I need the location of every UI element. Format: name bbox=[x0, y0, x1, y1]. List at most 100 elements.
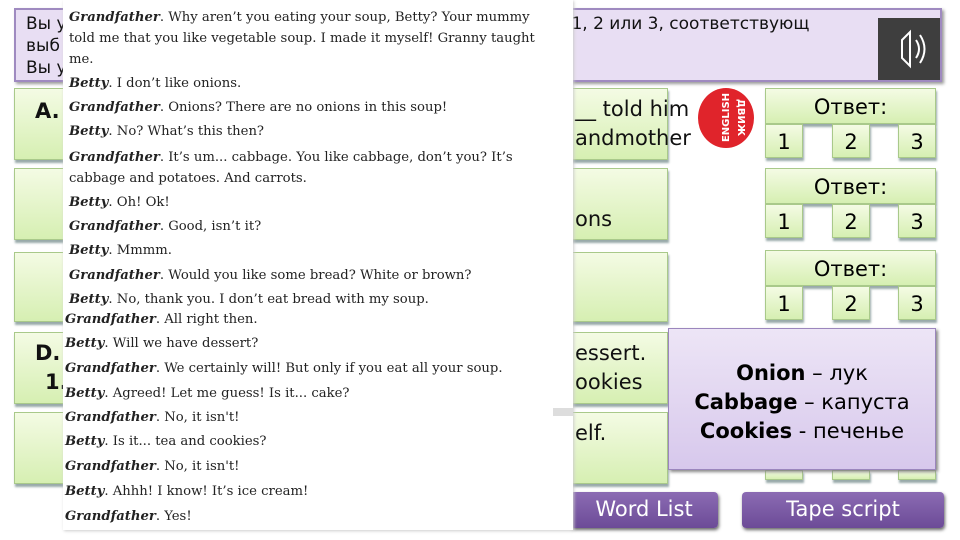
vocab-translation: печенье bbox=[813, 419, 905, 443]
question-label: A. bbox=[35, 99, 60, 123]
question-text: andmother bbox=[575, 126, 691, 150]
line-text: me. bbox=[69, 52, 94, 67]
line-text: cabbage and potatoes. And carrots. bbox=[69, 171, 307, 186]
vocab-item: Onion – лук bbox=[669, 359, 935, 388]
script-line: Grandfather. It’s um... cabbage. You lik… bbox=[69, 150, 513, 165]
vocab-sep: – bbox=[805, 361, 830, 385]
vocabulary-popup: Onion – лук Cabbage – капуста Cookies - пе… bbox=[668, 328, 936, 470]
answer-option-2[interactable]: 2 bbox=[832, 124, 870, 158]
script-line: Grandfather. Good, isn’t it? bbox=[69, 219, 261, 234]
english-logo: ENGLISH ДВИЖ bbox=[698, 88, 754, 148]
vocab-translation: лук bbox=[829, 361, 868, 385]
instruction-line-2: выб bbox=[26, 36, 60, 56]
vocab-sep: – bbox=[797, 390, 822, 414]
vocab-translation: капуста bbox=[821, 390, 910, 414]
script-line: Grandfather. We certainly will! But only… bbox=[65, 361, 503, 376]
line-text: told me that you like vegetable soup. I … bbox=[69, 31, 535, 46]
line-text: . Is it... tea and cookies? bbox=[104, 434, 267, 449]
script-line: Betty. Mmmm. bbox=[69, 243, 172, 258]
word-list-button[interactable]: Word List bbox=[570, 492, 718, 528]
answer-option-3[interactable]: 3 bbox=[898, 124, 936, 158]
instruction-line-3: Вы у bbox=[26, 58, 67, 78]
answer-header: Ответ: bbox=[765, 88, 936, 124]
speaker-name: Grandfather bbox=[65, 459, 156, 474]
script-line: told me that you like vegetable soup. I … bbox=[69, 31, 535, 46]
question-text: essert. bbox=[575, 341, 647, 365]
line-text: . Oh! Ok! bbox=[108, 195, 170, 210]
script-line: Grandfather. No, it isn't! bbox=[65, 410, 239, 425]
speaker-name: Betty bbox=[65, 386, 105, 401]
answer-remnant bbox=[898, 470, 936, 480]
speaker-name: Grandfather bbox=[65, 509, 156, 524]
line-text: . Will we have dessert? bbox=[104, 336, 259, 351]
line-text: . Yes! bbox=[155, 509, 192, 524]
script-line: Betty. No, thank you. I don’t eat bread … bbox=[69, 292, 429, 307]
line-text: . No, thank you. I don’t eat bread with … bbox=[108, 292, 429, 307]
speaker-name: Grandfather bbox=[69, 100, 160, 115]
speaker-name: Grandfather bbox=[69, 10, 160, 25]
script-line: Grandfather. All right then. bbox=[65, 312, 258, 327]
line-text: . Good, isn’t it? bbox=[159, 219, 262, 234]
script-line: Betty. Oh! Ok! bbox=[69, 195, 170, 210]
speaker-name: Betty bbox=[65, 484, 105, 499]
tape-script-panel: Grandfather. Why aren’t you eating your … bbox=[63, 0, 573, 530]
question-text: ons bbox=[575, 207, 613, 231]
speaker-name: Grandfather bbox=[65, 410, 156, 425]
script-line: Grandfather. No, it isn't! bbox=[65, 459, 239, 474]
script-line: Betty. Ahhh! I know! It’s ice cream! bbox=[65, 484, 308, 499]
script-line: Betty. I don’t like onions. bbox=[69, 76, 241, 91]
script-line: Grandfather. Onions? There are no onions… bbox=[69, 100, 447, 115]
question-text: ookies bbox=[575, 370, 643, 394]
answer-option-2[interactable]: 2 bbox=[832, 286, 870, 320]
vocab-item: Cookies - печенье bbox=[669, 417, 935, 446]
answer-header: Ответ: bbox=[765, 250, 936, 286]
answer-option-3[interactable]: 3 bbox=[898, 204, 936, 238]
speaker-name: Betty bbox=[69, 243, 109, 258]
speaker-name: Grandfather bbox=[69, 150, 160, 165]
line-text: . No, it isn't! bbox=[155, 410, 240, 425]
script-line: Grandfather. Why aren’t you eating your … bbox=[69, 10, 530, 25]
question-text: elf. bbox=[575, 421, 607, 445]
line-text: . I don’t like onions. bbox=[108, 76, 242, 91]
line-text: . Ahhh! I know! It’s ice cream! bbox=[104, 484, 309, 499]
scrollbar-thumb[interactable] bbox=[553, 408, 573, 416]
vocab-sep: - bbox=[792, 419, 814, 443]
answer-remnant bbox=[832, 470, 870, 480]
instruction-line-1-right: у 1, 2 или 3, соответствующ bbox=[556, 14, 810, 34]
logo-text: ДВИЖ bbox=[735, 98, 747, 137]
script-line: Betty. Will we have dessert? bbox=[65, 336, 258, 351]
answer-option-1[interactable]: 1 bbox=[765, 286, 803, 320]
line-text: . We certainly will! But only if you eat… bbox=[155, 361, 503, 376]
line-text: . It’s um... cabbage. You like cabbage, … bbox=[159, 150, 513, 165]
speaker-name: Betty bbox=[65, 434, 105, 449]
answer-remnant bbox=[765, 470, 803, 480]
script-line: Betty. Agreed! Let me guess! Is it... ca… bbox=[65, 386, 349, 401]
speaker-name: Grandfather bbox=[65, 312, 156, 327]
tape-script-button[interactable]: Tape script bbox=[742, 492, 944, 528]
speaker-name: Grandfather bbox=[65, 361, 156, 376]
speaker-name: Betty bbox=[65, 336, 105, 351]
vocab-word: Cabbage bbox=[694, 390, 798, 414]
speaker-button[interactable] bbox=[878, 18, 940, 80]
script-line: me. bbox=[69, 52, 94, 67]
script-line: Grandfather. Would you like some bread? … bbox=[69, 268, 472, 283]
line-text: . Agreed! Let me guess! Is it... cake? bbox=[104, 386, 350, 401]
line-text: . Why aren’t you eating your soup, Betty… bbox=[159, 10, 530, 25]
line-text: . Would you like some bread? White or br… bbox=[159, 268, 472, 283]
line-text: . No? What’s this then? bbox=[108, 124, 265, 139]
vocab-word: Onion bbox=[736, 361, 806, 385]
script-line: Betty. Is it... tea and cookies? bbox=[65, 434, 267, 449]
script-line: cabbage and potatoes. And carrots. bbox=[69, 171, 307, 186]
vocab-word: Cookies bbox=[699, 419, 793, 443]
speaker-name: Betty bbox=[69, 292, 109, 307]
line-text: . No, it isn't! bbox=[155, 459, 240, 474]
script-line: Grandfather. Yes! bbox=[65, 509, 192, 524]
speaker-icon bbox=[901, 29, 926, 69]
answer-option-1[interactable]: 1 bbox=[765, 124, 803, 158]
answer-option-3[interactable]: 3 bbox=[898, 286, 936, 320]
answer-header: Ответ: bbox=[765, 168, 936, 204]
answer-option-1[interactable]: 1 bbox=[765, 204, 803, 238]
answer-option-2[interactable]: 2 bbox=[832, 204, 870, 238]
question-label: D. bbox=[35, 341, 61, 365]
script-line: Betty. No? What’s this then? bbox=[69, 124, 264, 139]
